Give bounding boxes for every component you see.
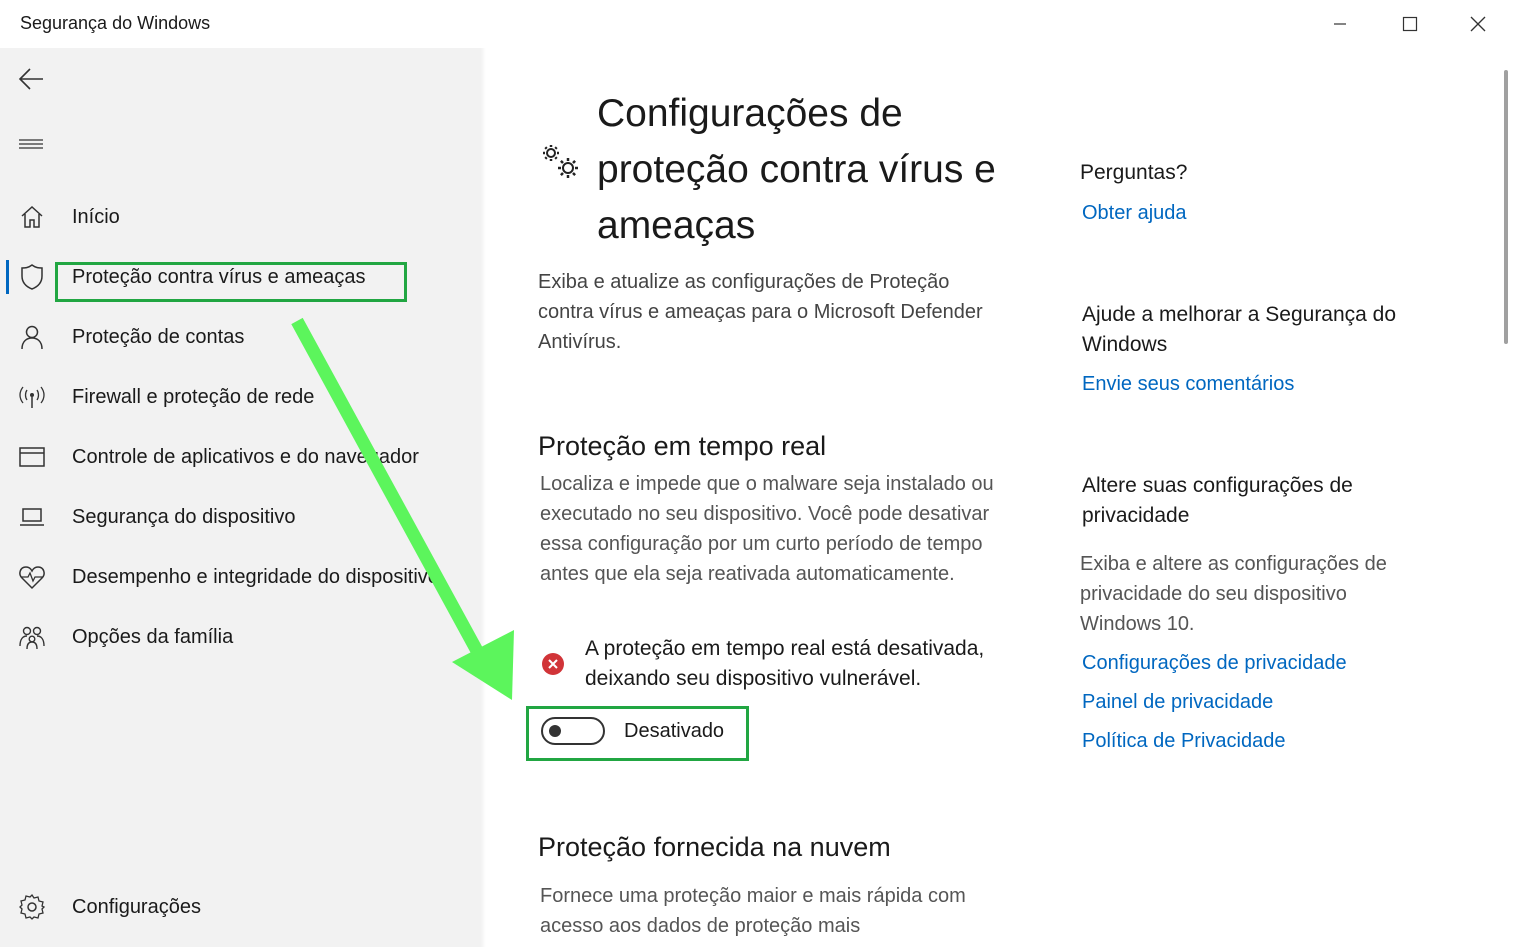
person-icon [18,323,46,351]
error-icon [542,653,564,675]
sidebar-item-family-options[interactable]: Opções da família [0,609,480,665]
cloud-protection-description: Fornece uma proteção maior e mais rápida… [540,885,966,937]
sidebar-item-label: Firewall e proteção de rede [72,385,315,408]
window-title: Segurança do Windows [20,13,211,33]
shield-icon [18,263,46,291]
toggle-state-label: Desativado [624,720,725,742]
heart-pulse-icon [18,563,46,591]
close-icon [1470,16,1486,32]
active-indicator [6,260,9,294]
sidebar-item-settings[interactable]: Configurações [0,879,480,935]
laptop-icon [18,503,46,531]
sidebar-item-firewall[interactable]: Firewall e proteção de rede [0,369,480,425]
gear-icon [18,893,46,921]
home-icon [18,203,46,231]
cloud-protection-title: Proteção fornecida na nuvem [538,832,891,862]
maximize-icon [1402,16,1418,32]
sidebar-item-label: Segurança do dispositivo [72,505,296,528]
sidebar-item-label: Início [72,205,120,228]
privacy-description: Exiba e altere as configurações de priva… [1080,553,1387,635]
antenna-icon [18,383,46,411]
browser-window-icon [18,443,46,471]
privacy-settings-link[interactable]: Configurações de privacidade [1082,652,1347,675]
back-arrow-icon [18,68,43,90]
privacy-policy-link[interactable]: Política de Privacidade [1082,730,1285,753]
sidebar-item-app-browser-control[interactable]: Controle de aplicativos e do navegador [0,429,480,485]
sidebar-item-device-performance[interactable]: Desempenho e integridade do dispositivo [0,549,480,605]
privacy-dashboard-link[interactable]: Painel de privacidade [1082,691,1273,714]
realtime-warning-text: A proteção em tempo real está desativada… [585,637,985,690]
hamburger-icon [19,139,43,149]
close-button[interactable] [1444,0,1512,48]
sidebar-item-device-security[interactable]: Segurança do dispositivo [0,489,480,545]
hamburger-menu-button[interactable] [14,130,48,158]
questions-heading: Perguntas? [1080,161,1188,184]
title-bar: Segurança do Windows [0,0,1514,48]
scrollbar-thumb[interactable] [1504,70,1508,344]
back-button[interactable] [14,64,48,94]
page-description: Exiba e atualize as configurações de Pro… [538,271,983,353]
maximize-button[interactable] [1376,0,1444,48]
family-icon [18,623,46,651]
sidebar-item-label: Configurações [72,895,201,918]
realtime-protection-title: Proteção em tempo real [538,431,827,461]
sidebar-item-label: Proteção contra vírus e ameaças [72,265,366,288]
page-title: Configurações de proteção contra vírus e… [597,92,996,247]
gears-icon [543,145,578,178]
minimize-icon [1334,23,1346,25]
realtime-protection-description: Localiza e impede que o malware seja ins… [540,473,994,585]
sidebar-item-label: Opções da família [72,625,234,648]
realtime-protection-toggle[interactable] [541,717,605,745]
sidebar-item-virus-protection[interactable]: Proteção contra vírus e ameaças [0,249,480,305]
privacy-heading: Altere suas configurações de privacidade [1082,474,1353,527]
improve-heading: Ajude a melhorar a Segurança do Windows [1082,303,1397,356]
sidebar-item-label: Desempenho e integridade do dispositivo [72,565,439,588]
sidebar-item-account-protection[interactable]: Proteção de contas [0,309,480,365]
get-help-link[interactable]: Obter ajuda [1082,202,1187,225]
sidebar-item-label: Proteção de contas [72,325,245,348]
minimize-button[interactable] [1306,0,1374,48]
send-feedback-link[interactable]: Envie seus comentários [1082,373,1294,396]
sidebar-item-label: Controle de aplicativos e do navegador [72,445,419,468]
toggle-knob [549,725,561,737]
sidebar-item-home[interactable]: Início [0,189,480,245]
